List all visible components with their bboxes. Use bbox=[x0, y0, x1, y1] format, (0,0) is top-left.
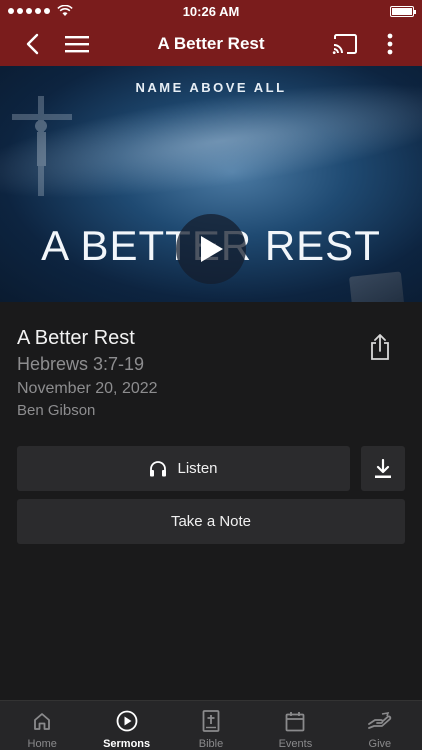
sermon-title: A Better Rest bbox=[17, 327, 135, 349]
tab-bar: Home Sermons Bible Events Give bbox=[0, 700, 422, 750]
take-note-label: Take a Note bbox=[170, 513, 252, 530]
tab-give[interactable]: Give bbox=[338, 701, 422, 750]
play-circle-icon bbox=[114, 708, 140, 734]
play-button[interactable] bbox=[176, 214, 246, 284]
calendar-icon bbox=[282, 708, 308, 734]
tab-label-bible: Bible bbox=[198, 738, 224, 750]
tab-label-sermons: Sermons bbox=[103, 738, 151, 750]
listen-button[interactable]: Listen bbox=[17, 446, 350, 491]
play-icon bbox=[201, 236, 223, 262]
series-title: NAME ABOVE ALL bbox=[135, 80, 287, 95]
listen-label: Listen bbox=[177, 460, 218, 477]
sermon-speaker: Ben Gibson bbox=[17, 402, 96, 419]
tab-label-give: Give bbox=[368, 738, 392, 750]
tab-home[interactable]: Home bbox=[0, 701, 84, 750]
more-vertical-icon bbox=[387, 33, 393, 55]
cast-button[interactable] bbox=[330, 22, 360, 66]
status-bar: 10:26 AM bbox=[0, 0, 422, 22]
sermon-date: November 20, 2022 bbox=[17, 380, 158, 397]
battery-icon bbox=[390, 5, 416, 17]
portrait-image bbox=[349, 271, 407, 302]
tab-sermons[interactable]: Sermons bbox=[84, 701, 168, 750]
bible-icon bbox=[198, 708, 224, 734]
share-button[interactable] bbox=[366, 332, 394, 362]
tab-label-events: Events bbox=[278, 738, 313, 750]
tab-bible[interactable]: Bible bbox=[169, 701, 253, 750]
take-note-button[interactable]: Take a Note bbox=[17, 499, 405, 544]
sermon-scripture: Hebrews 3:7-19 bbox=[17, 354, 145, 374]
tab-label-home: Home bbox=[27, 738, 57, 750]
cast-icon bbox=[332, 34, 357, 54]
home-icon bbox=[29, 708, 55, 734]
chevron-left-icon bbox=[26, 33, 39, 55]
back-button[interactable] bbox=[18, 22, 46, 66]
sermon-artwork[interactable]: NAME ABOVE ALL A BETTER REST bbox=[0, 66, 422, 302]
hamburger-icon bbox=[65, 36, 89, 53]
status-time: 10:26 AM bbox=[182, 4, 240, 19]
sermon-info: A Better Rest Hebrews 3:7-19 November 20… bbox=[17, 326, 347, 422]
menu-button[interactable] bbox=[60, 22, 94, 66]
headphones-icon bbox=[150, 460, 167, 476]
more-options-button[interactable] bbox=[378, 22, 402, 66]
nav-bar: A Better Rest bbox=[0, 22, 422, 66]
download-icon bbox=[375, 458, 391, 478]
download-button[interactable] bbox=[361, 446, 405, 491]
crucifix-image bbox=[12, 96, 72, 196]
share-icon bbox=[371, 334, 389, 360]
give-hand-icon bbox=[367, 708, 393, 734]
tab-events[interactable]: Events bbox=[253, 701, 337, 750]
